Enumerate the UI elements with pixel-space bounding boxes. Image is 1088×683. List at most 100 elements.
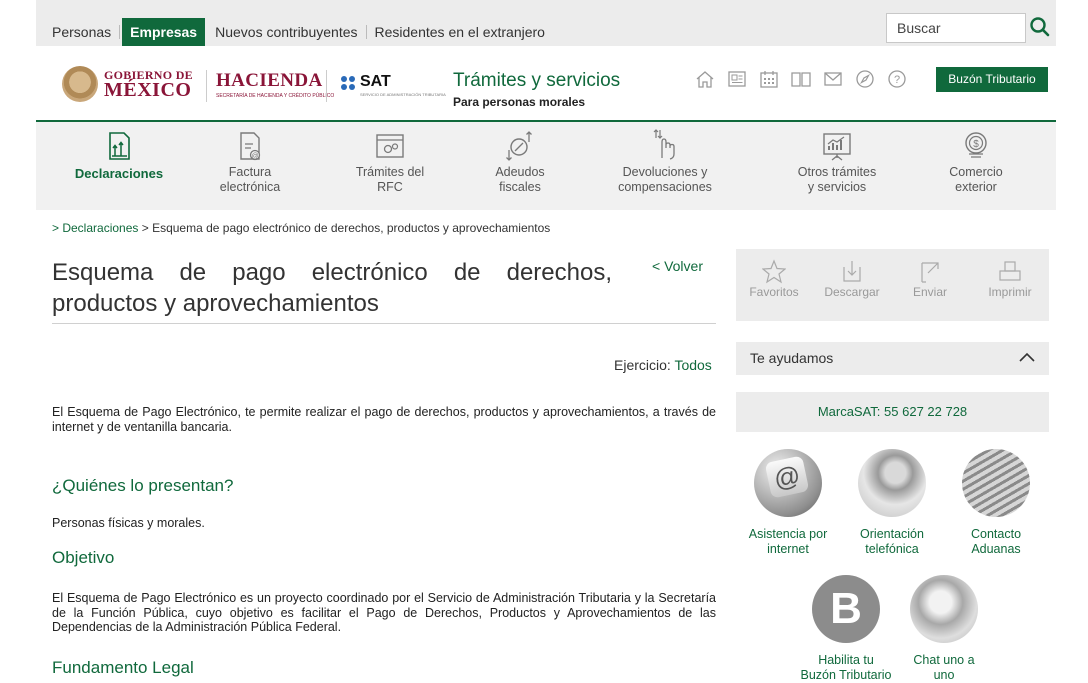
- ejercicio-value-link[interactable]: Todos: [674, 357, 711, 373]
- nav-label: Otros trámites y servicios: [797, 165, 877, 194]
- document-icon[interactable]: [726, 68, 748, 90]
- objetivo-paragraph: El Esquema de Pago Electrónico es un pro…: [52, 591, 716, 634]
- nav-label: Devoluciones y compensaciones: [618, 165, 712, 194]
- print-icon: [999, 261, 1021, 281]
- invoice-icon: @: [240, 132, 261, 161]
- help-label: internet: [767, 542, 809, 556]
- title-divider: [52, 323, 716, 324]
- buzon-tributario-button[interactable]: Buzón Tributario: [936, 67, 1048, 92]
- compass-icon[interactable]: [854, 68, 876, 90]
- topnav-nuevos-link[interactable]: Nuevos contribuyentes: [207, 18, 365, 46]
- help-label: Chat uno a: [913, 653, 975, 667]
- divider: [326, 70, 327, 102]
- search-icon[interactable]: [1028, 14, 1052, 42]
- nav-factura-electronica[interactable]: @ Factura electrónica: [200, 122, 300, 210]
- page-section-title: Trámites y servicios: [453, 70, 621, 91]
- sat-subtext: SERVICIO DE ADMINISTRACIÓN TRIBUTARIA: [360, 92, 446, 97]
- seal-icon: [62, 66, 98, 102]
- hacienda-subtext: SECRETARÍA DE HACIENDA Y CRÉDITO PÚBLICO: [216, 93, 335, 99]
- help-label: Orientación: [860, 527, 924, 541]
- marcasat-phone[interactable]: MarcaSAT: 55 627 22 728: [736, 392, 1049, 432]
- tool-label: Imprimir: [988, 285, 1032, 299]
- quienes-paragraph: Personas físicas y morales.: [52, 516, 205, 530]
- help-label: uno: [933, 668, 955, 682]
- heading-objetivo: Objetivo: [52, 548, 115, 567]
- breadcrumb-declaraciones-link[interactable]: > Declaraciones: [52, 221, 138, 235]
- hand-pointer-icon: [653, 129, 675, 160]
- audience-links: Personas Empresas Nuevos contribuyentes …: [52, 18, 553, 46]
- topnav-residentes-link[interactable]: Residentes en el extranjero: [367, 18, 553, 46]
- calendar-icon[interactable]: [758, 68, 780, 90]
- nav-label: Trámites del RFC: [355, 165, 425, 194]
- breadcrumb-current: > Esquema de pago electrónico de derecho…: [138, 221, 551, 235]
- at-key-icon: @: [754, 449, 822, 517]
- chevron-up-icon[interactable]: [1017, 350, 1037, 364]
- page-tools: Favoritos Descargar Enviar Imprimir: [736, 249, 1049, 321]
- search-input[interactable]: Buscar: [886, 13, 1026, 43]
- divider: [206, 70, 207, 102]
- help-label: Buzón Tributario: [800, 668, 892, 682]
- nav-comercio-exterior[interactable]: $ Comercio exterior: [926, 122, 1026, 210]
- tool-label: Favoritos: [749, 285, 799, 299]
- te-ayudamos-panel-header[interactable]: Te ayudamos: [736, 342, 1049, 375]
- help-label: Habilita tu: [818, 653, 874, 667]
- nav-label: Factura electrónica: [219, 165, 281, 194]
- rfc-window-icon: [376, 134, 404, 158]
- nav-otros-tramites[interactable]: Otros trámites y servicios: [782, 122, 892, 210]
- sat-text: SAT: [360, 73, 391, 90]
- gobierno-de-mexico-logo[interactable]: GOBIERNO DE MÉXICO: [62, 64, 198, 104]
- topnav-empresas-link[interactable]: Empresas: [122, 18, 206, 46]
- logo-text-line2: MÉXICO: [104, 79, 192, 101]
- dollar-badge-icon: $: [965, 132, 987, 158]
- help-habilita-buzon[interactable]: B Habilita tu Buzón Tributario: [796, 575, 896, 683]
- help-label: Contacto: [970, 527, 1022, 541]
- send-icon: [921, 262, 939, 283]
- ejercicio-filter: Ejercicio: Todos: [614, 357, 712, 373]
- svg-text:$: $: [973, 139, 979, 150]
- nav-label: Adeudos fiscales: [495, 165, 545, 194]
- sat-logo[interactable]: SAT SERVICIO DE ADMINISTRACIÓN TRIBUTARI…: [340, 73, 446, 101]
- page-section-subtitle: Para personas morales: [453, 95, 586, 109]
- nav-label: Comercio exterior: [949, 165, 1003, 194]
- favoritos-button[interactable]: Favoritos: [742, 259, 806, 299]
- tool-label: Enviar: [912, 285, 947, 299]
- ejercicio-label: Ejercicio:: [614, 357, 675, 373]
- imprimir-button[interactable]: Imprimir: [978, 259, 1042, 299]
- presentation-chart-icon: [823, 133, 851, 161]
- help-label: Aduanas: [971, 542, 1021, 556]
- enviar-button[interactable]: Enviar: [898, 259, 962, 299]
- heading-quienes: ¿Quiénes lo presentan?: [52, 476, 234, 495]
- nav-adeudos-fiscales[interactable]: Adeudos fiscales: [470, 122, 570, 210]
- tool-label: Descargar: [824, 285, 880, 299]
- svg-text:?: ?: [894, 74, 900, 86]
- help-label: telefónica: [865, 542, 919, 556]
- declaraciones-icon: [109, 132, 130, 160]
- nav-declaraciones[interactable]: Declaraciones: [54, 122, 184, 210]
- mail-icon[interactable]: [822, 68, 844, 90]
- help-orientacion-telefonica[interactable]: Orientación telefónica: [842, 449, 942, 557]
- home-icon[interactable]: [694, 68, 716, 90]
- hacienda-logo[interactable]: HACIENDA SECRETARÍA DE HACIENDA Y CRÉDIT…: [216, 70, 335, 100]
- help-asistencia-internet[interactable]: @ Asistencia por internet: [738, 449, 838, 557]
- nav-tramites-rfc[interactable]: Trámites del RFC: [340, 122, 440, 210]
- descargar-button[interactable]: Descargar: [820, 259, 884, 299]
- book-icon[interactable]: [790, 68, 812, 90]
- topnav-personas-link[interactable]: Personas: [52, 18, 119, 46]
- intro-paragraph: El Esquema de Pago Electrónico, te permi…: [52, 405, 716, 434]
- top-navigation-bar: Personas Empresas Nuevos contribuyentes …: [36, 0, 1056, 46]
- keyboard-photo-icon: [962, 449, 1030, 517]
- debts-coin-icon: [506, 131, 532, 161]
- volver-link[interactable]: < Volver: [652, 258, 703, 274]
- star-icon: [762, 259, 786, 284]
- help-icon[interactable]: ?: [886, 68, 908, 90]
- heading-fundamento: Fundamento Legal: [52, 658, 194, 677]
- nav-devoluciones-compensaciones[interactable]: Devoluciones y compensaciones: [600, 122, 730, 210]
- buzon-b-icon: B: [812, 575, 880, 643]
- help-chat-uno-a-uno[interactable]: Chat uno a uno: [894, 575, 994, 683]
- main-navigation: Declaraciones @ Factura electrónica Trámi…: [36, 122, 1056, 210]
- help-contacto-aduanas[interactable]: Contacto Aduanas: [946, 449, 1046, 557]
- download-icon: [843, 261, 861, 282]
- help-label: Asistencia por: [748, 527, 828, 541]
- page-title: Esquema de pago electrónico de derechos,…: [52, 259, 612, 317]
- chat-agent-photo-icon: [910, 575, 978, 643]
